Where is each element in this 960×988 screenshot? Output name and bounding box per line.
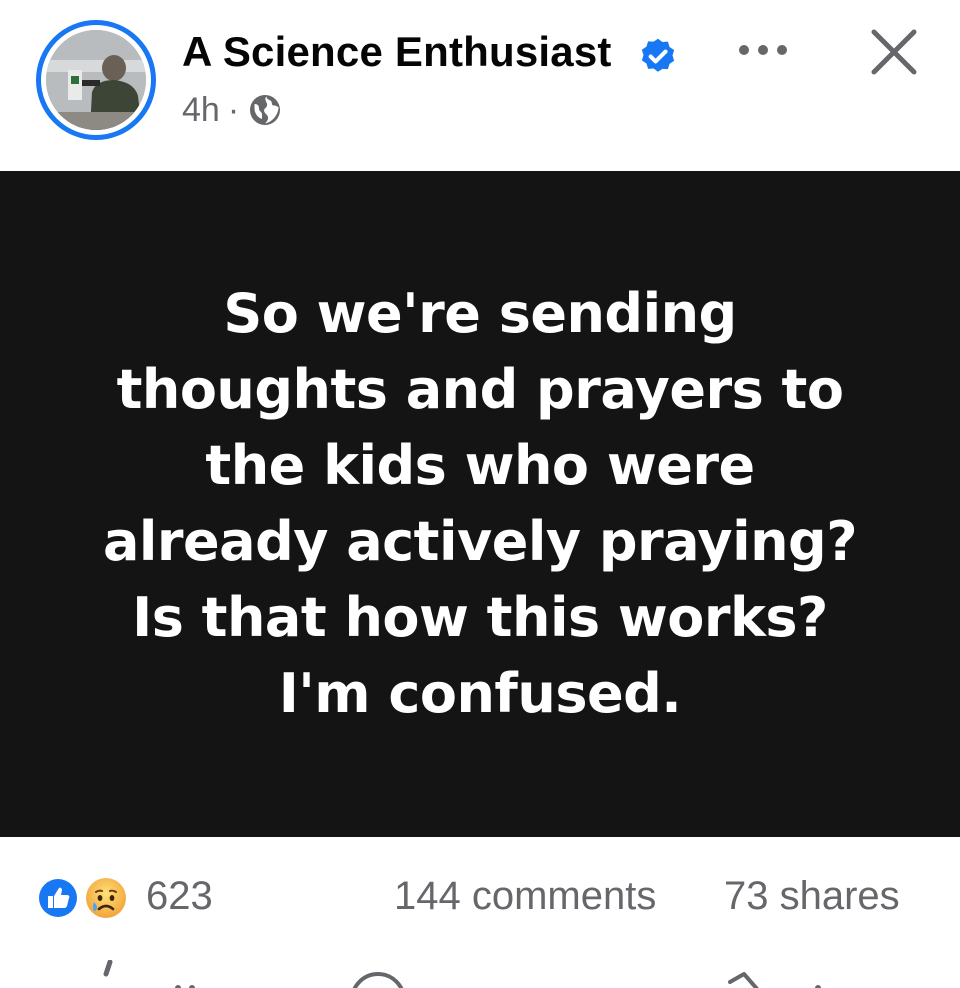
post-text-image[interactable]: So we're sending thoughts and prayers to… [0, 171, 960, 837]
avatar-photo-icon [46, 30, 146, 130]
verified-badge-icon [641, 38, 675, 72]
comments-count[interactable]: 144 comments [394, 874, 656, 919]
post-action-bar [0, 960, 960, 988]
like-button[interactable] [60, 960, 260, 988]
share-button[interactable] [700, 960, 900, 988]
post-time[interactable]: 4h [182, 91, 220, 130]
shares-count[interactable]: 73 shares [724, 874, 900, 919]
post-stats: 623 144 comments 73 shares [0, 860, 960, 934]
like-icon [37, 877, 79, 919]
post-header: A Science Enthusiast 4h · [0, 0, 960, 170]
avatar-image [46, 30, 146, 130]
comment-button-icon [352, 972, 404, 988]
sad-face-icon [86, 878, 126, 918]
close-icon[interactable] [868, 26, 920, 78]
page-name[interactable]: A Science Enthusiast [182, 28, 612, 76]
avatar[interactable] [36, 20, 156, 140]
post-text: So we're sending thoughts and prayers to… [102, 282, 858, 725]
avatar-border [41, 25, 151, 135]
post-view: A Science Enthusiast 4h · So we're sendi… [0, 0, 960, 988]
reaction-summary[interactable] [36, 874, 136, 922]
post-meta: 4h · [182, 88, 283, 132]
globe-icon[interactable] [247, 92, 283, 128]
comment-button[interactable] [340, 960, 540, 988]
meta-separator: · [227, 90, 240, 129]
share-button-icon [728, 972, 821, 988]
reaction-count[interactable]: 623 [146, 874, 213, 919]
like-button-icon [103, 960, 195, 988]
more-horizontal-icon[interactable] [736, 38, 790, 62]
